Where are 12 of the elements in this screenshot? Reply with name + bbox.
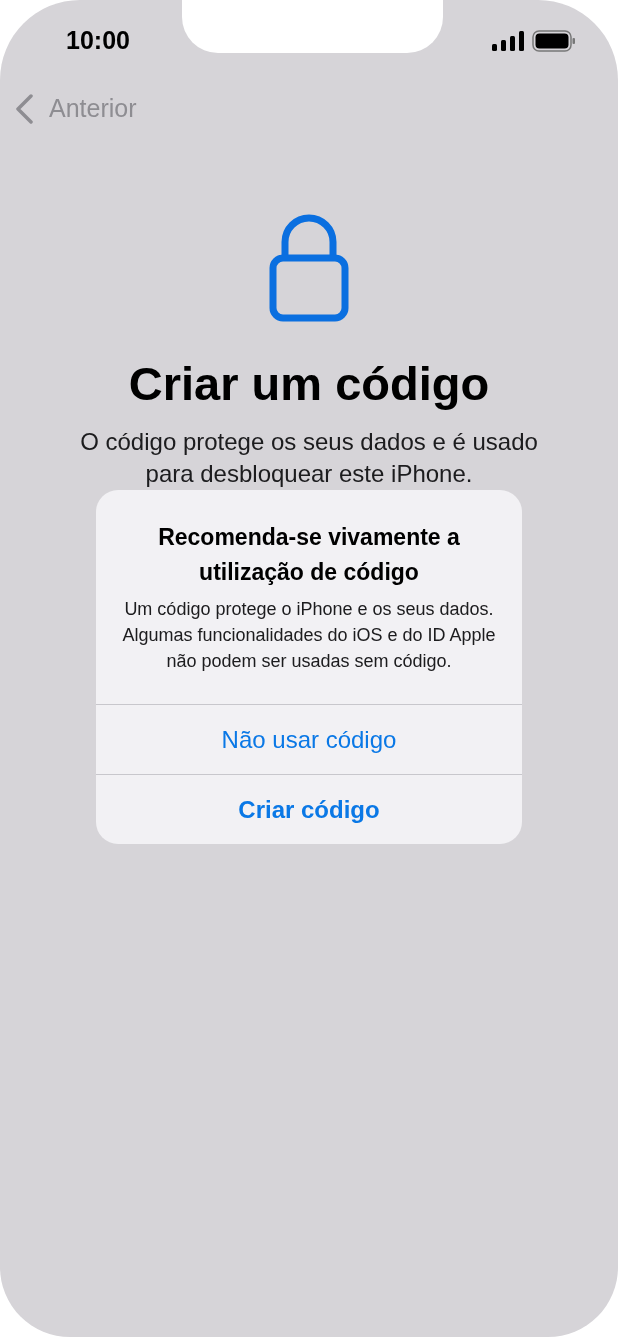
status-time: 10:00 [66,25,130,57]
back-button[interactable]: Anterior [15,90,137,128]
battery-icon [532,30,576,52]
page-title: Criar um código [128,356,490,412]
alert-action-button[interactable]: Criar código [96,774,522,844]
signal-icon [492,31,524,51]
description-line: para desbloquear este iPhone. [145,459,473,489]
description-line: O código protege os seus dados e é usado [80,427,538,457]
alert-title: Recomenda-se vivamente a utilização de código [157,523,461,587]
alert-message: Um código protege o iPhone e os seus dados. Algumas funcionalidades do iOS e do ID Apple não podem ser usadas sem código. [121,598,497,673]
alert-action-button[interactable]: Não usar código [96,704,522,774]
chevron-left-icon [15,94,33,124]
